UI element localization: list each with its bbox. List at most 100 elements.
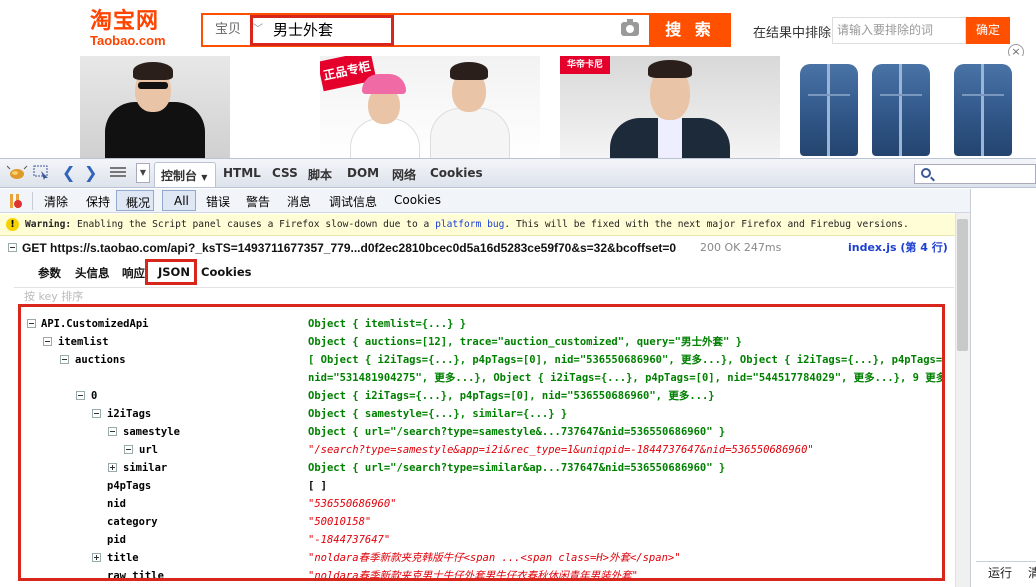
product-image-leather-jacket[interactable]	[80, 56, 230, 158]
collapse-toggle-icon[interactable]	[43, 337, 52, 346]
filter-all-button[interactable]: All	[162, 190, 196, 211]
filter-errors-button[interactable]: 错误	[206, 193, 230, 210]
tree-key: raw_title	[107, 570, 164, 581]
network-request-row[interactable]: GET https://s.taobao.com/api?_ksTS=14937…	[0, 237, 955, 259]
subtab-response[interactable]: 响应	[122, 265, 145, 281]
collapse-toggle-icon[interactable]	[8, 243, 17, 252]
product-image-denim-jackets[interactable]	[796, 56, 1032, 158]
tab-net[interactable]: 网络	[392, 166, 416, 183]
tree-key: similar	[123, 462, 168, 474]
clear-button[interactable]: 清除	[44, 193, 68, 210]
tree-key: 0	[91, 390, 98, 402]
forward-arrow-icon[interactable]: ❯	[84, 165, 97, 181]
collapse-toggle-icon[interactable]	[92, 409, 101, 418]
tab-console-label: 控制台	[161, 169, 198, 183]
collapse-toggle-icon[interactable]	[60, 355, 69, 364]
tree-row[interactable]: nid "536550686960"	[21, 495, 941, 513]
tree-key: itemlist	[58, 336, 109, 348]
tree-key: pid	[107, 534, 126, 546]
tree-key: i2iTags	[107, 408, 152, 420]
tab-css[interactable]: CSS	[272, 166, 298, 180]
tree-row[interactable]: raw_title "noldara春季新款夹克男士牛仔外套男牛仔衣春秋休闲青年…	[21, 567, 941, 581]
platform-bug-link[interactable]: platform bug	[435, 219, 504, 230]
dropdown-icon[interactable]: ▼	[136, 163, 150, 183]
subtab-cookies[interactable]: Cookies	[201, 265, 251, 279]
filter-warnings-button[interactable]: 警告	[246, 193, 270, 210]
tree-row[interactable]: samestyle Object { url="/search?type=sam…	[21, 423, 941, 441]
scrollbar-thumb[interactable]	[957, 219, 968, 351]
firebug-search-input[interactable]	[914, 164, 1036, 184]
break-on-error-icon[interactable]	[8, 193, 22, 209]
tab-html[interactable]: HTML	[223, 166, 261, 180]
clear-editor-button[interactable]: 清	[1028, 562, 1036, 584]
tree-key: nid	[107, 498, 126, 510]
expand-toggle-icon[interactable]	[92, 553, 101, 562]
search-button[interactable]: 搜 索	[649, 13, 731, 47]
subtab-params[interactable]: 参数	[38, 265, 61, 281]
tree-value: Object { url="/search?type=similar&ap...…	[308, 462, 726, 474]
tree-value: "noldara春季新款夹克韩版牛仔<span ...<span class=H…	[308, 552, 681, 564]
collapse-toggle-icon[interactable]	[27, 319, 36, 328]
warning-icon: !	[6, 218, 19, 231]
search-scope-select[interactable]: 宝贝	[203, 15, 253, 45]
firebug-main-toolbar: ❮ ❯ ▼ 控制台 ▼ HTML CSS 脚本 DOM 网络 Cookies	[0, 159, 1036, 188]
denim-jacket-3	[954, 64, 1012, 156]
jacket-shape	[350, 118, 420, 158]
console-toolbar: 清除 保持 概况 All 错误 警告 消息 调试信息 Cookies	[0, 189, 970, 213]
product-image-couple-jacket[interactable]: 正品专柜	[320, 56, 540, 158]
tree-row[interactable]: title "noldara春季新款夹克韩版牛仔<span ...<span c…	[21, 549, 941, 567]
model-hair	[648, 60, 692, 78]
warning-text: Warning: Enabling the Script panel cause…	[25, 214, 909, 235]
pink-cap	[362, 74, 406, 94]
tree-key: API.CustomizedApi	[41, 318, 149, 330]
tree-value: "-1844737647"	[308, 534, 391, 546]
tree-row[interactable]: i2iTags Object { samestyle={...}, simila…	[21, 405, 941, 423]
exclude-confirm-button[interactable]: 确定	[966, 17, 1010, 44]
denim-jacket-1	[800, 64, 858, 156]
inspect-icon[interactable]	[33, 165, 51, 181]
request-status: 200 OK 247ms	[700, 241, 782, 254]
tree-row[interactable]: API.CustomizedApi Object { itemlist={...…	[21, 315, 941, 333]
filter-info-button[interactable]: 消息	[287, 193, 311, 210]
tree-value: "/search?type=samestyle&app=i2i&rec_type…	[308, 444, 814, 456]
tab-console[interactable]: 控制台 ▼	[154, 162, 216, 187]
collapse-toggle-icon[interactable]	[108, 427, 117, 436]
collapse-toggle-icon[interactable]	[76, 391, 85, 400]
tree-row[interactable]: itemlist Object { auctions=[12], trace="…	[21, 333, 941, 351]
taobao-logo[interactable]: 淘宝网 Taobao.com	[90, 10, 175, 50]
tab-dom[interactable]: DOM	[347, 166, 379, 180]
subtab-json[interactable]: JSON	[158, 265, 190, 279]
run-button[interactable]: 运行	[988, 562, 1012, 584]
tab-script[interactable]: 脚本	[308, 166, 332, 183]
json-tree-view: API.CustomizedApi Object { itemlist={...…	[18, 304, 945, 581]
json-sort-filter[interactable]: 按 key 排序	[14, 287, 954, 305]
tree-row[interactable]: auctions [ Object { i2iTags={...}, p4pTa…	[21, 351, 942, 369]
back-arrow-icon[interactable]: ❮	[62, 165, 75, 181]
tree-row[interactable]: similar Object { url="/search?type=simil…	[21, 459, 941, 477]
collapse-toggle-icon[interactable]	[124, 445, 133, 454]
firebug-icon[interactable]	[6, 165, 28, 181]
filter-cookies-button[interactable]: Cookies	[394, 193, 441, 207]
expand-toggle-icon[interactable]	[108, 463, 117, 472]
request-url: GET https://s.taobao.com/api?_ksTS=14937…	[22, 241, 677, 255]
tree-value: [ ]	[308, 480, 327, 492]
request-source-link[interactable]: index.js (第 4 行)	[848, 237, 948, 259]
product-image-suit-jacket[interactable]: 华帝卡尼	[560, 56, 780, 158]
tree-row[interactable]: p4pTags [ ]	[21, 477, 941, 495]
exclude-label: 在结果中排除	[753, 26, 832, 41]
tree-row[interactable]: category "50010158"	[21, 513, 941, 531]
persist-button[interactable]: 保持	[86, 193, 110, 210]
subtab-headers[interactable]: 头信息	[75, 265, 110, 281]
profile-button[interactable]: 概况	[116, 190, 154, 211]
menu-icon[interactable]	[110, 165, 126, 181]
exclude-input[interactable]: 请输入要排除的词	[832, 17, 966, 44]
tree-row[interactable]: 0 Object { i2iTags={...}, p4pTags=[0], n…	[21, 387, 941, 405]
tab-cookies[interactable]: Cookies	[430, 166, 483, 180]
tree-row[interactable]: url "/search?type=samestyle&app=i2i&rec_…	[21, 441, 941, 459]
filter-debug-button[interactable]: 调试信息	[329, 193, 377, 210]
tree-row[interactable]: pid "-1844737647"	[21, 531, 941, 549]
command-editor-pane[interactable]	[970, 189, 1036, 587]
camera-icon[interactable]	[621, 19, 639, 36]
denim-jacket-2	[872, 64, 930, 156]
tree-value: Object { url="/search?type=samestyle&...…	[308, 426, 726, 438]
